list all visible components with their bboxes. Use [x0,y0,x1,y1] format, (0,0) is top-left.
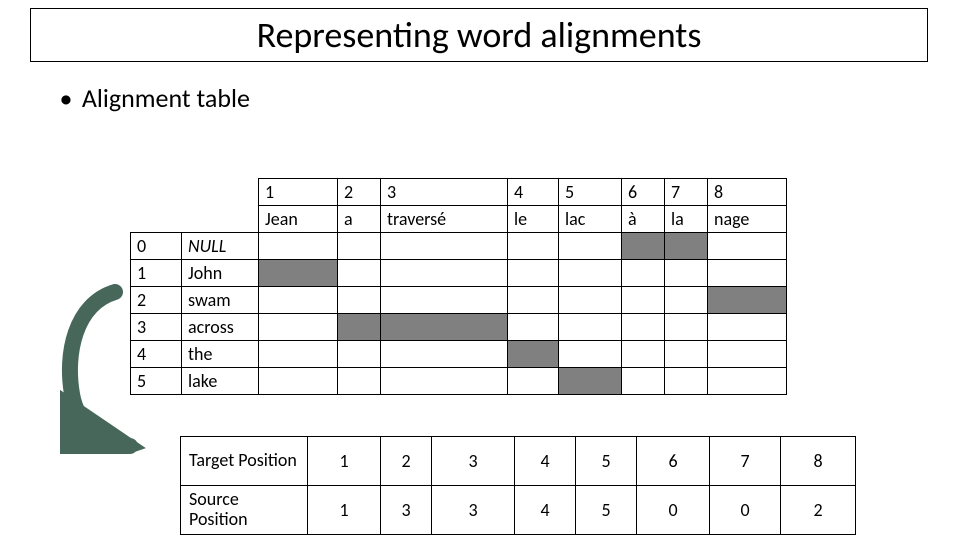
bullet-dot: • [56,82,76,114]
src-idx-1: 1 [131,260,182,287]
position-table-wrap: Target Position 1 2 3 4 5 6 7 8 Source P… [180,436,856,535]
tpos-2: 2 [381,437,432,486]
src-word-1: John [182,260,259,287]
tgt-idx-3: 3 [381,179,508,206]
tgt-word-8: nage [708,206,787,233]
spos-2: 3 [381,486,432,535]
tpos-5: 5 [576,437,637,486]
aligned-cell [665,233,708,260]
tgt-word-3: traversé [381,206,508,233]
src-word-5: lake [182,368,259,395]
aligned-cell [559,368,622,395]
tgt-word-5: lac [559,206,622,233]
tgt-word-2: a [338,206,381,233]
tgt-word-7: la [665,206,708,233]
src-word-4: the [182,341,259,368]
tpos-4: 4 [515,437,576,486]
tgt-idx-2: 2 [338,179,381,206]
bullet-line: • Alignment table [56,82,958,114]
tgt-word-4: le [508,206,559,233]
tgt-idx-5: 5 [559,179,622,206]
bullet-text: Alignment table [82,82,250,114]
source-position-label: Source Position [181,486,308,535]
tgt-idx-4: 4 [508,179,559,206]
slide: Representing word alignments • Alignment… [0,8,958,548]
tpos-6: 6 [637,437,710,486]
spos-1: 1 [308,486,381,535]
spos-4: 4 [515,486,576,535]
table-row: 3 across [131,314,787,341]
src-word-0: NULL [182,233,259,260]
spos-8: 2 [781,486,856,535]
tpos-3: 3 [432,437,515,486]
alignment-grid: 1 2 3 4 5 6 7 8 Jean a traversé le lac à… [130,178,787,395]
src-idx-0: 0 [131,233,182,260]
position-table: Target Position 1 2 3 4 5 6 7 8 Source P… [180,436,856,535]
tgt-word-1: Jean [259,206,338,233]
aligned-cell [381,314,508,341]
src-word-3: across [182,314,259,341]
spos-5: 5 [576,486,637,535]
tpos-7: 7 [710,437,781,486]
spos-7: 0 [710,486,781,535]
aligned-cell [708,287,787,314]
src-word-2: swam [182,287,259,314]
title-box: Representing word alignments [30,8,928,62]
spos-3: 3 [432,486,515,535]
table-row: Source Position 1 3 3 4 5 0 0 2 [181,486,856,535]
table-row: 2 swam [131,287,787,314]
tgt-word-6: à [622,206,665,233]
tgt-idx-6: 6 [622,179,665,206]
aligned-cell [338,314,381,341]
aligned-cell [259,260,338,287]
aligned-cell [508,341,559,368]
tgt-idx-1: 1 [259,179,338,206]
table-row: 5 lake [131,368,787,395]
page-title: Representing word alignments [41,13,917,57]
table-row: 4 the [131,341,787,368]
alignment-table: 1 2 3 4 5 6 7 8 Jean a traversé le lac à… [130,178,787,395]
tgt-idx-8: 8 [708,179,787,206]
tgt-idx-7: 7 [665,179,708,206]
aligned-cell [622,233,665,260]
tpos-8: 8 [781,437,856,486]
curved-arrow-icon [60,284,150,454]
table-row: 1 John [131,260,787,287]
target-position-label: Target Position [181,437,308,486]
table-row: Target Position 1 2 3 4 5 6 7 8 [181,437,856,486]
tpos-1: 1 [308,437,381,486]
table-row: 0 NULL [131,233,787,260]
spos-6: 0 [637,486,710,535]
